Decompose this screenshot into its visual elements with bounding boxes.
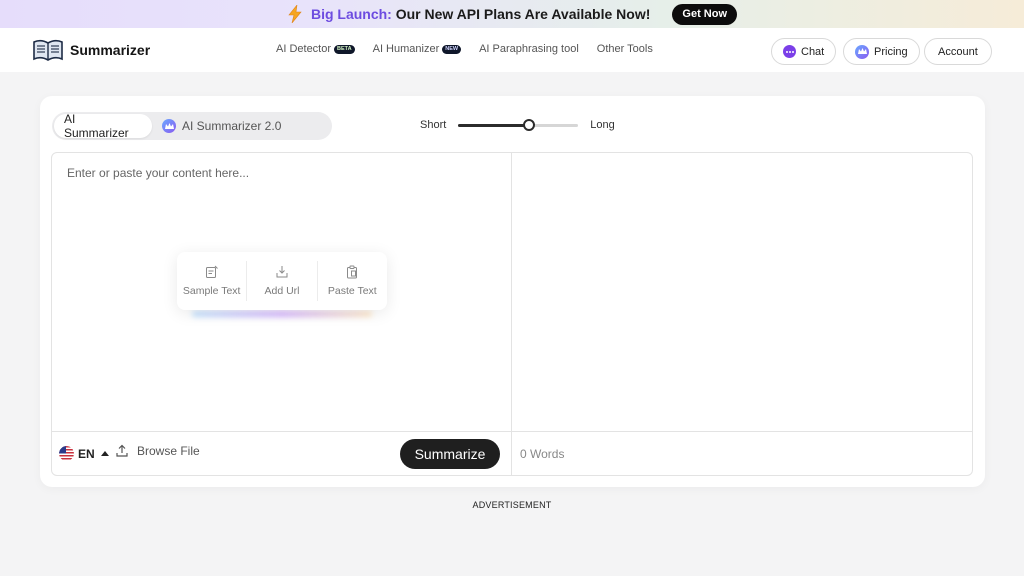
quick-label: Paste Text xyxy=(327,285,377,297)
language-label: EN xyxy=(78,446,95,461)
language-selector[interactable]: EN xyxy=(59,446,109,461)
nav-label: Other Tools xyxy=(596,43,653,55)
top-banner: Big Launch: Our New API Plans Are Availa… xyxy=(0,0,1024,28)
link-upload-icon xyxy=(276,266,288,278)
clipboard-icon xyxy=(347,265,358,279)
browse-label: Browse File xyxy=(137,444,200,458)
beta-badge: BETA xyxy=(334,44,355,54)
advertisement-label: ADVERTISEMENT xyxy=(472,500,552,510)
input-toolbar: EN Browse File Summarize xyxy=(52,431,511,475)
length-slider: Short Long xyxy=(420,118,615,131)
nav-label: AI Detector xyxy=(276,43,332,55)
input-pane: Sample Text Add Url Paste Text xyxy=(52,153,512,475)
pricing-button[interactable]: Pricing xyxy=(843,38,920,65)
mode-tabs: AI Summarizer AI Summarizer 2.0 xyxy=(52,112,332,140)
crown-icon xyxy=(162,119,176,133)
slider-thumb[interactable] xyxy=(523,118,536,131)
get-now-button[interactable]: Get Now xyxy=(672,3,738,25)
slider-max-label: Long xyxy=(590,119,615,131)
sample-text-button[interactable]: Sample Text xyxy=(177,261,248,301)
pricing-label: Pricing xyxy=(874,45,908,58)
word-count: 0 Words xyxy=(520,447,565,461)
nav-other-tools[interactable]: Other Tools xyxy=(597,43,653,55)
nav-label: AI Humanizer xyxy=(372,43,440,55)
logo[interactable]: Summarizer xyxy=(32,37,150,63)
main-nav: AI Detector BETA AI Humanizer NEW AI Par… xyxy=(276,43,653,55)
header: Summarizer AI Detector BETA AI Humanizer… xyxy=(0,28,1024,72)
slider-fill xyxy=(458,123,530,127)
chat-button[interactable]: Chat xyxy=(771,38,837,65)
book-logo-icon xyxy=(33,39,63,61)
nav-ai-paraphrasing[interactable]: AI Paraphrasing tool xyxy=(479,43,579,55)
browse-file-button[interactable]: Browse File xyxy=(115,444,200,458)
quick-actions: Sample Text Add Url Paste Text xyxy=(177,252,387,310)
editor: Sample Text Add Url Paste Text xyxy=(51,152,973,476)
chat-icon xyxy=(783,45,796,58)
quick-label: Add Url xyxy=(264,285,300,297)
chat-label: Chat xyxy=(801,45,825,58)
quick-label: Sample Text xyxy=(182,285,241,297)
nav-ai-humanizer[interactable]: AI Humanizer NEW xyxy=(372,43,462,55)
add-url-button[interactable]: Add Url xyxy=(247,261,318,301)
account-button[interactable]: Account xyxy=(924,38,992,65)
nav-ai-detector[interactable]: AI Detector BETA xyxy=(276,43,355,55)
document-edit-icon xyxy=(205,265,218,278)
banner-message: Big Launch: Our New API Plans Are Availa… xyxy=(310,6,651,22)
tab-ai-summarizer-2[interactable]: AI Summarizer 2.0 xyxy=(152,114,291,138)
new-badge: NEW xyxy=(442,44,462,54)
slider-track[interactable] xyxy=(458,118,579,131)
upload-icon xyxy=(116,444,128,457)
output-pane: 0 Words xyxy=(512,153,972,475)
tab-ai-summarizer[interactable]: AI Summarizer xyxy=(54,112,152,140)
slider-min-label: Short xyxy=(420,119,447,131)
nav-label: AI Paraphrasing tool xyxy=(479,43,579,55)
summarize-button[interactable]: Summarize xyxy=(400,439,500,469)
summarizer-card: AI Summarizer AI Summarizer 2.0 Short Lo… xyxy=(40,96,985,487)
lightning-icon xyxy=(288,5,302,23)
account-label: Account xyxy=(938,45,978,58)
logo-text: Summarizer xyxy=(70,42,151,58)
crown-icon xyxy=(855,44,869,59)
quick-actions-glow xyxy=(192,311,372,317)
paste-text-button[interactable]: Paste Text xyxy=(318,261,387,301)
output-toolbar: 0 Words xyxy=(512,431,972,475)
caret-up-icon xyxy=(100,451,109,456)
tab-label: AI Summarizer 2.0 xyxy=(182,119,282,133)
us-flag-icon xyxy=(59,446,74,461)
